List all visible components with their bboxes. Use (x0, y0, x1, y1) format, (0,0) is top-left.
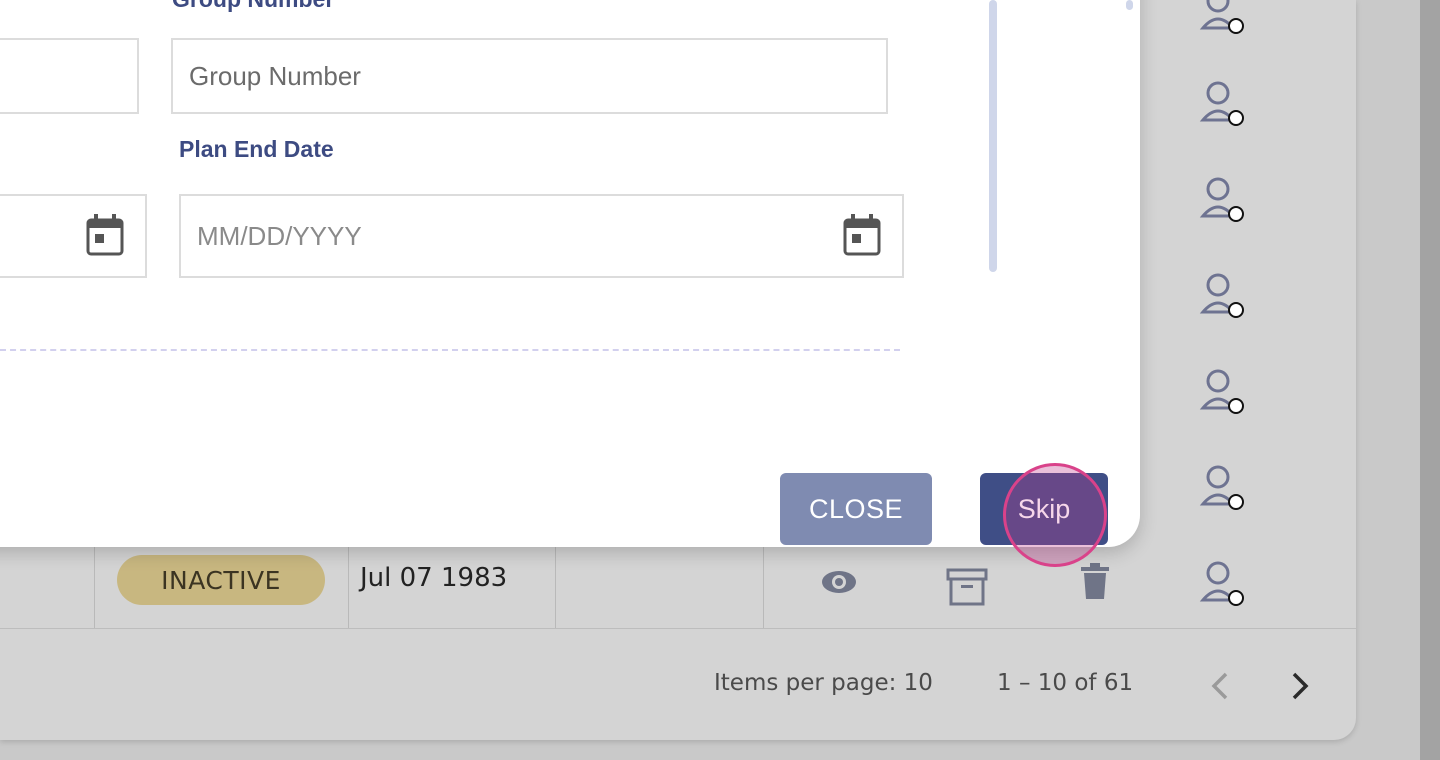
person-icon-column (1196, 0, 1256, 620)
close-button[interactable]: CLOSE (780, 473, 932, 545)
person-clock-icon[interactable] (1196, 0, 1250, 36)
chevron-right-icon[interactable] (1282, 668, 1318, 704)
plan-end-date-input[interactable]: MM/DD/YYYY (179, 194, 904, 278)
person-clock-icon[interactable] (1196, 368, 1250, 416)
plan-start-date-input[interactable] (0, 194, 147, 278)
calendar-icon[interactable] (843, 214, 881, 260)
calendar-icon[interactable] (86, 214, 124, 260)
person-clock-icon[interactable] (1196, 80, 1250, 128)
archive-icon[interactable] (946, 568, 988, 606)
person-clock-icon[interactable] (1196, 464, 1250, 512)
person-clock-icon[interactable] (1196, 272, 1250, 320)
eye-icon[interactable] (820, 566, 858, 598)
status-badge: INACTIVE (117, 555, 325, 605)
date-cell: Jul 07 1983 (360, 563, 508, 593)
left-field-input[interactable] (0, 38, 139, 114)
trash-icon[interactable] (1080, 562, 1110, 600)
person-clock-icon[interactable] (1196, 176, 1250, 224)
items-per-page[interactable]: Items per page: 10 (714, 670, 933, 696)
page-edge (1420, 0, 1440, 760)
page-range: 1 – 10 of 61 (997, 670, 1134, 696)
plan-end-date-label: Plan End Date (179, 136, 334, 162)
person-clock-icon[interactable] (1196, 560, 1250, 608)
skip-button-label: Skip (1017, 493, 1071, 524)
inner-scrollbar[interactable] (989, 0, 997, 272)
group-number-label: Group Number (172, 0, 334, 13)
footer-divider (0, 628, 1356, 629)
modal-scrollbar[interactable] (1126, 0, 1133, 10)
chevron-left-icon[interactable] (1202, 668, 1238, 704)
section-divider (0, 349, 900, 351)
group-number-input[interactable]: Group Number (171, 38, 888, 114)
